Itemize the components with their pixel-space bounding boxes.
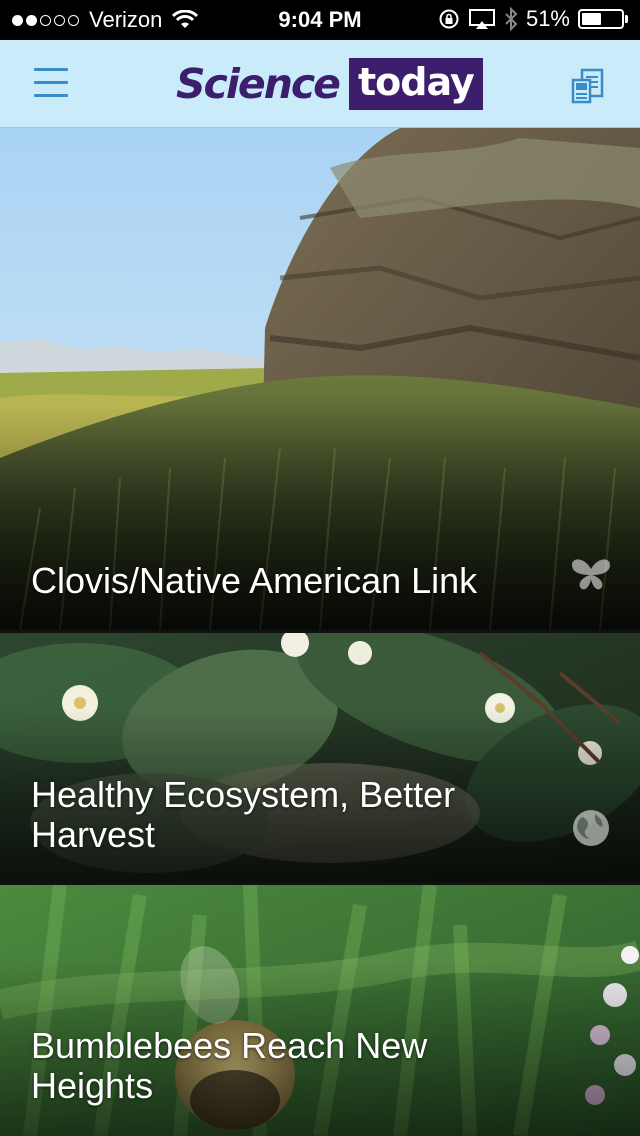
logo-science: Science <box>176 60 341 108</box>
menu-icon[interactable] <box>34 68 70 98</box>
battery-percent: 51% <box>525 6 570 31</box>
article-card[interactable]: Clovis/Native American Link <box>0 128 640 630</box>
bluetooth-icon <box>505 7 518 31</box>
airplay-icon <box>468 9 495 29</box>
battery-level <box>582 13 601 25</box>
status-right: 51% <box>430 6 628 32</box>
rotation-lock-icon <box>439 9 459 29</box>
article-image-cliff <box>0 128 640 630</box>
article-title[interactable]: Healthy Ecosystem, Better Harvest <box>31 775 550 855</box>
article-title[interactable]: Clovis/Native American Link <box>31 561 550 601</box>
butterfly-icon <box>572 559 610 590</box>
app-header: Science today <box>0 40 640 128</box>
logo-today: today <box>349 58 483 110</box>
article-title[interactable]: Bumblebees Reach New Heights <box>31 1026 550 1106</box>
battery-cap <box>625 15 628 23</box>
article-feed: Clovis/Native American Link Healthy Ecos… <box>0 128 640 1136</box>
status-bar: Verizon 9:04 PM 51% <box>0 0 640 40</box>
article-card[interactable]: Healthy Ecosystem, Better Harvest <box>0 633 640 882</box>
newspaper-icon[interactable] <box>570 68 606 104</box>
app-logo: Science today <box>176 55 483 113</box>
article-card[interactable]: Bumblebees Reach New Heights <box>0 885 640 1136</box>
battery-icon <box>578 9 624 29</box>
globe-icon <box>573 810 609 846</box>
